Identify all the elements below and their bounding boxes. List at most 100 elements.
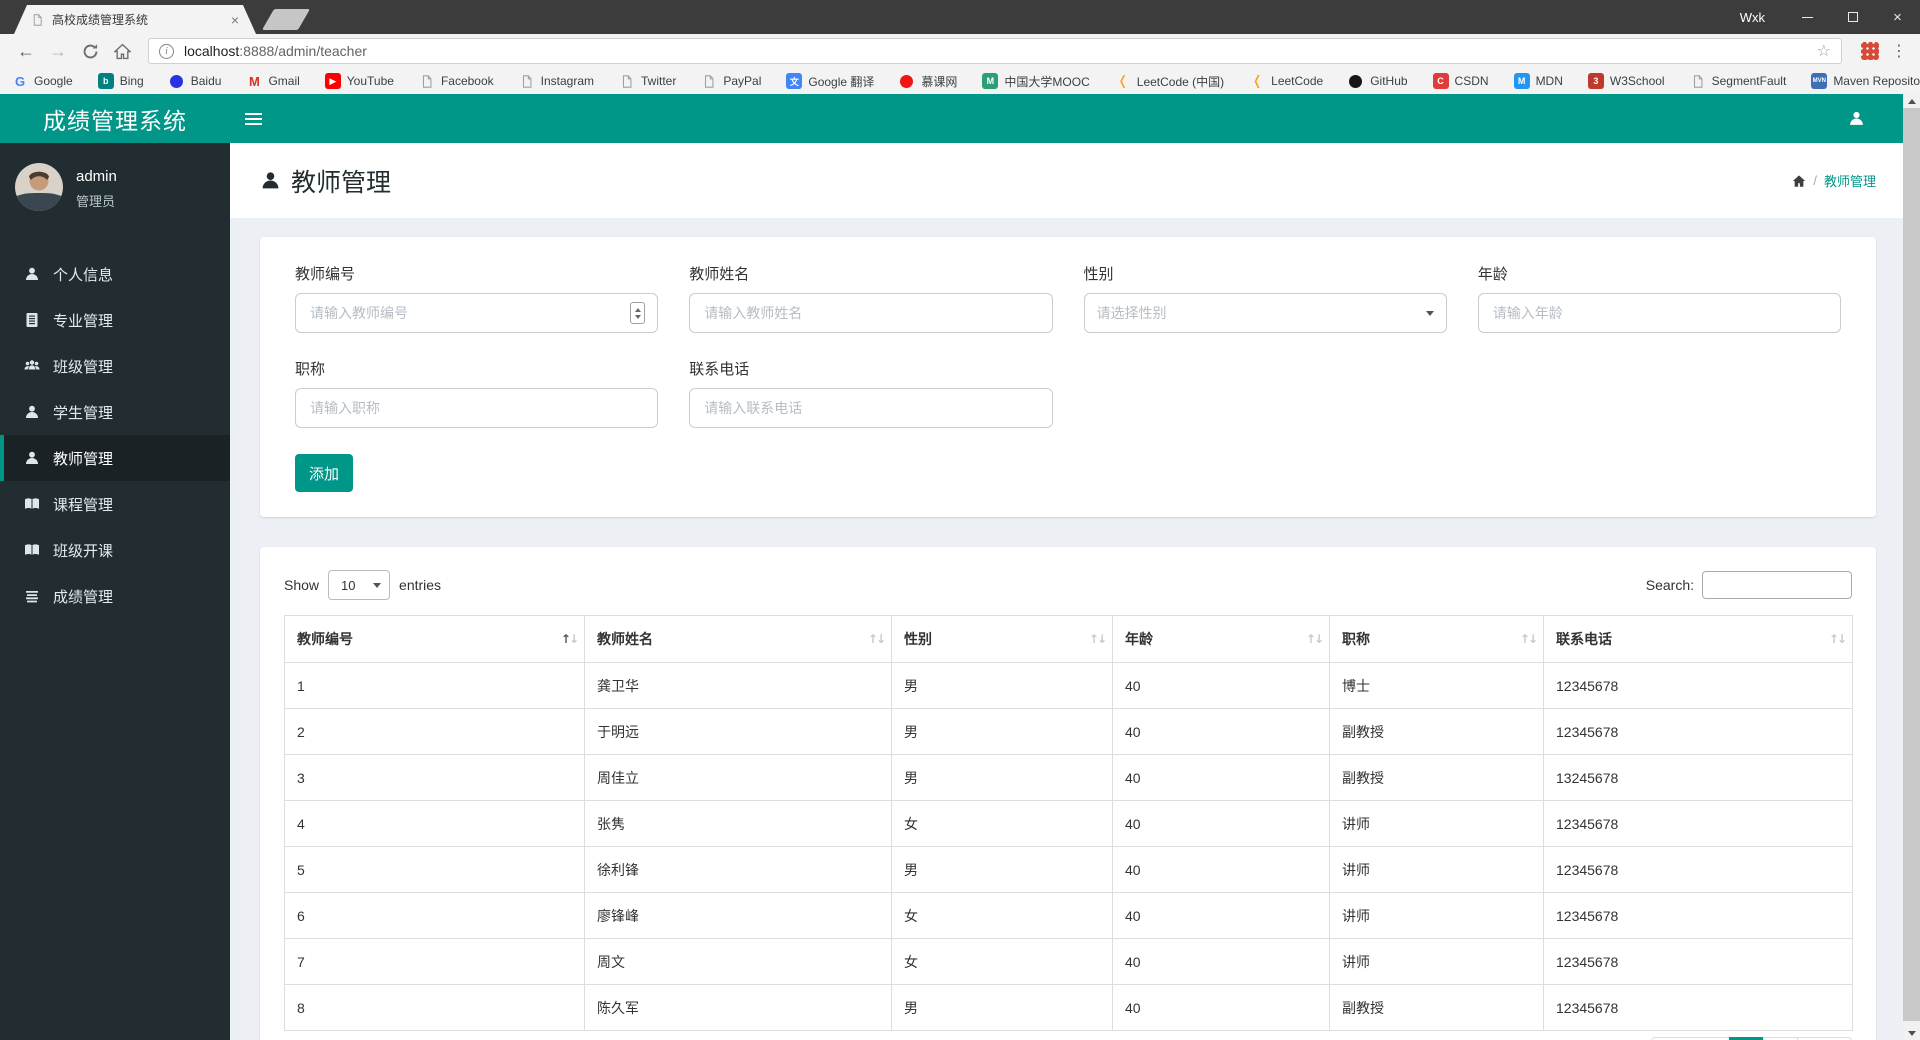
age-input[interactable] [1490,304,1828,322]
icourse-mooc-icon: M [982,73,999,89]
form-label: 职称 [295,361,326,378]
sidebar-item-teacher[interactable]: 教师管理 [0,435,230,481]
bookmark-label: SegmentFault [1711,74,1787,88]
bookmark-icourse-mooc[interactable]: M 中国大学MOOC [982,73,1090,90]
table-cell: 副教授 [1329,754,1544,801]
bookmark-twitter[interactable]: Twitter [619,73,676,89]
table-cell: 12345678 [1543,892,1853,939]
extension-icon[interactable] [1861,42,1879,60]
column-header-title[interactable]: 职称 ↑↓ [1329,615,1544,663]
bookmark-facebook[interactable]: Facebook [419,73,494,89]
bookmark-star-icon[interactable]: ☆ [1817,41,1831,61]
scrollbar-down-icon[interactable] [1903,1026,1920,1040]
column-header-phone[interactable]: 联系电话 ↑↓ [1543,615,1853,663]
browser-menu-icon[interactable]: ⋮ [1888,41,1910,61]
sidebar-item-major[interactable]: 专业管理 [0,297,230,343]
column-header-teacher-no[interactable]: 教师编号 ↑↓ [284,615,585,663]
navbar-user-menu[interactable] [1834,94,1878,143]
table-cell: 廖锋峰 [584,892,892,939]
baidu-icon [169,74,183,88]
bookmarks-bar: G Google b Bing Baidu M Gmail ▶ YouTube Facebook I… [0,68,1920,94]
table-cell: 男 [891,754,1113,801]
select-placeholder: 请选择性别 [1096,305,1167,321]
phone-input[interactable] [702,399,1040,417]
sidebar-item-class-course[interactable]: 班级开课 [0,527,230,573]
bookmark-label: GitHub [1370,74,1408,88]
sidebar-item-class[interactable]: 班级管理 [0,343,230,389]
sidebar-item-student[interactable]: 学生管理 [0,389,230,435]
column-label: 年龄 [1125,631,1153,647]
maximize-button[interactable] [1830,0,1875,34]
sidebar-item-label: 班级开课 [53,542,114,560]
breadcrumb: / 教师管理 [1792,171,1876,190]
home-icon[interactable] [106,37,138,65]
bookmark-maven-repository[interactable]: MVN Maven Repository [1811,73,1920,89]
bookmark-google[interactable]: G Google [12,73,73,89]
home-icon[interactable] [1792,174,1806,188]
content-body: 教师编号教师姓名性别请选择性别年龄职称联系电话 添加 Show 10 entri… [230,218,1920,1040]
address-bar[interactable]: i localhost:8888/admin/teacher ☆ [148,38,1842,64]
user-icon [1849,111,1863,125]
sidebar-item-course[interactable]: 课程管理 [0,481,230,527]
browser-toolbar: ← → i localhost:8888/admin/teacher ☆ ⋮ [0,34,1920,68]
column-header-gender[interactable]: 性别 ↑↓ [891,615,1113,663]
bookmark-w3school[interactable]: 3 W3School [1587,73,1665,89]
close-button[interactable]: × [1875,0,1920,34]
profile-name[interactable]: Wxk [1740,10,1765,25]
teacher-name-input[interactable] [702,304,1040,322]
minimize-button[interactable] [1785,0,1830,34]
title-input[interactable] [308,399,646,417]
sidebar-item-label: 个人信息 [53,266,114,284]
bookmark-instagram[interactable]: Instagram [519,73,594,89]
bookmark-paypal[interactable]: PayPal [701,73,761,89]
bookmark-leetcode[interactable]: ❬ LeetCode [1249,73,1324,89]
new-tab-button[interactable] [261,9,311,30]
scrollbar-up-icon[interactable] [1903,94,1920,108]
sidebar-user-panel: admin 管理员 [0,143,230,221]
bookmark-csdn[interactable]: C CSDN [1432,73,1489,89]
teacher-no-input[interactable] [308,304,631,322]
w3school-icon: 3 [1587,73,1604,89]
forward-icon[interactable]: → [42,37,74,65]
table-cell: 40 [1112,708,1330,755]
bookmark-bing[interactable]: b Bing [97,73,144,89]
page-size-select[interactable]: 10 [328,570,391,600]
sidebar-item-score[interactable]: 成绩管理 [0,573,230,619]
sidebar-toggle-icon[interactable] [230,94,276,143]
page-icon [419,73,435,89]
table-cell: 龚卫华 [584,662,892,709]
back-icon[interactable]: ← [10,37,42,65]
teacher-name-input-wrap [689,293,1053,333]
scrollbar-thumb[interactable] [1903,108,1920,1021]
column-header-age[interactable]: 年龄 ↑↓ [1112,615,1330,663]
ledger-icon [24,312,53,328]
bookmark-gmail[interactable]: M Gmail [246,73,300,89]
bookmark-segmentfault[interactable]: SegmentFault [1690,73,1787,89]
add-button[interactable]: 添加 [295,454,354,492]
page-scrollbar[interactable] [1903,94,1920,1040]
site-info-icon[interactable]: i [159,43,174,59]
bookmark-imooc[interactable]: 慕课网 [899,73,957,90]
bookmark-youtube[interactable]: ▶ YouTube [324,73,394,89]
bookmark-google-translate[interactable]: 文 Google 翻译 [786,73,874,90]
number-spinner-icon [630,302,646,324]
bookmark-mdn[interactable]: M MDN [1513,73,1563,89]
app-brand[interactable]: 成绩管理系统 [0,94,230,143]
bookmark-leetcode-cn[interactable]: ❬ LeetCode (中国) [1115,73,1224,90]
browser-tab[interactable]: 高校成绩管理系统 × [14,5,256,34]
bookmark-baidu[interactable]: Baidu [169,74,221,88]
tab-close-icon[interactable]: × [231,13,239,27]
table-cell: 张隽 [584,800,892,847]
search-input[interactable] [1702,571,1852,599]
table-cell: 40 [1112,984,1330,1031]
column-label: 联系电话 [1556,631,1612,647]
sidebar-item-label: 课程管理 [53,496,114,514]
sidebar-item-profile[interactable]: 个人信息 [0,251,230,297]
column-label: 教师编号 [297,631,353,647]
show-label: Show [284,577,320,593]
bookmark-github[interactable]: GitHub [1348,74,1408,88]
table-cell: 2 [284,708,585,755]
reload-icon[interactable] [74,37,106,65]
gender-select[interactable]: 请选择性别 [1083,293,1447,333]
column-header-teacher-name[interactable]: 教师姓名 ↑↓ [584,615,892,663]
